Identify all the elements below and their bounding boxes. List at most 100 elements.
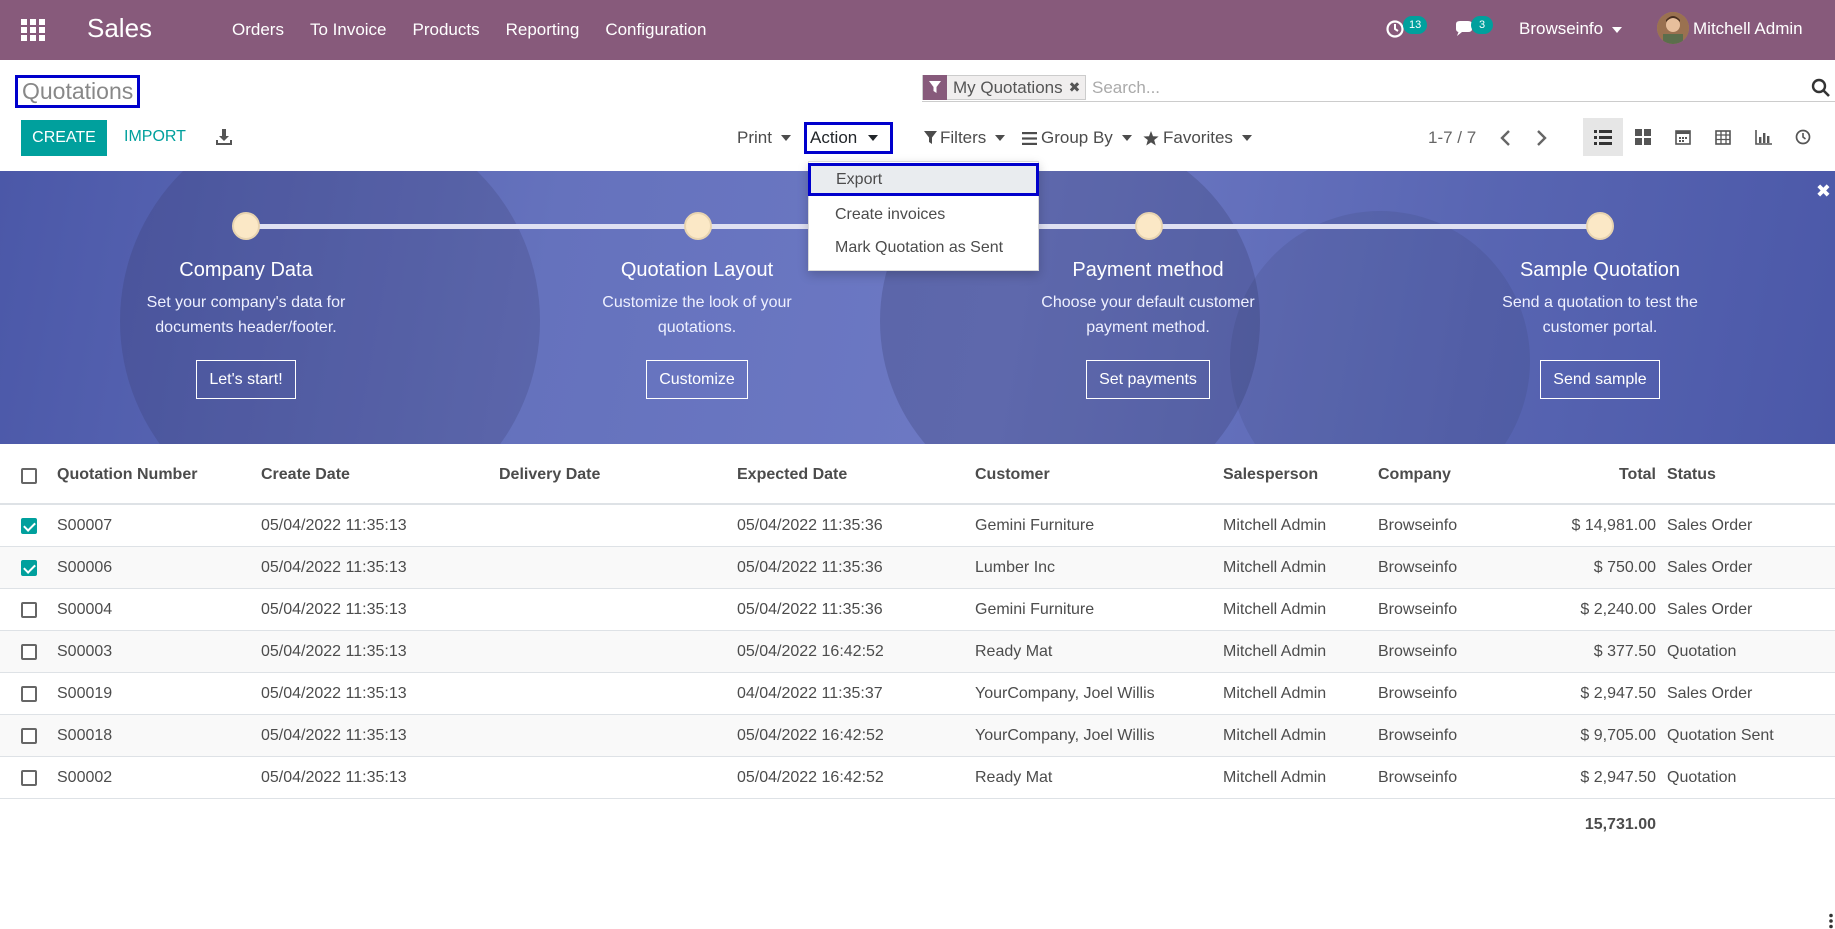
pivot-view-button[interactable] [1703, 118, 1743, 156]
row-checkbox[interactable] [21, 728, 37, 744]
row-checkbox[interactable] [21, 602, 37, 618]
top-menu: Orders To Invoice Products Reporting Con… [232, 0, 732, 60]
facet-label: My Quotations [953, 77, 1063, 97]
cell-customer: Ready Mat [975, 643, 1053, 660]
close-icon[interactable]: ✖ [1816, 181, 1831, 202]
bars-icon [1022, 131, 1037, 145]
filter-icon [923, 75, 947, 100]
cell-customer: Gemini Furniture [975, 517, 1095, 534]
menu-to-invoice[interactable]: To Invoice [310, 20, 387, 40]
app-name[interactable]: Sales [87, 13, 152, 44]
import-button[interactable]: IMPORT [124, 128, 186, 146]
groupby-label: Group By [1041, 128, 1113, 147]
groupby-dropdown[interactable]: Group By [1022, 128, 1132, 148]
column-create-date[interactable]: Create Date [261, 466, 350, 484]
onboarding-step-payment-method: Payment method Choose your default custo… [983, 259, 1313, 399]
print-label: Print [737, 128, 772, 147]
row-checkbox[interactable] [21, 560, 37, 576]
step-title: Sample Quotation [1519, 259, 1681, 281]
row-checkbox[interactable] [21, 518, 37, 534]
table-row[interactable]: S00002 05/04/2022 11:35:13 05/04/2022 16… [0, 757, 1835, 799]
cell-total: $ 2,240.00 [1580, 601, 1656, 618]
pager-next-icon[interactable] [1533, 129, 1549, 147]
column-company[interactable]: Company [1378, 466, 1451, 484]
cell-number: S00019 [57, 685, 113, 702]
column-total[interactable]: Total [1510, 466, 1656, 484]
messages-count-badge: 3 [1471, 16, 1493, 34]
cell-total: $ 2,947.50 [1580, 769, 1656, 786]
column-salesperson[interactable]: Salesperson [1223, 466, 1318, 484]
cell-create-date: 05/04/2022 11:35:13 [261, 559, 407, 576]
chevron-down-icon [1121, 135, 1132, 141]
onboarding-step-company-data: Company Data Set your company's data for… [81, 259, 411, 399]
cell-customer: YourCompany, Joel Willis [975, 727, 1155, 744]
list-view-button[interactable] [1583, 118, 1623, 156]
user-menu[interactable]: Mitchell Admin [1693, 19, 1803, 39]
cell-create-date: 05/04/2022 11:35:13 [261, 517, 407, 534]
table-row[interactable]: S00018 05/04/2022 11:35:13 05/04/2022 16… [0, 715, 1835, 757]
create-button[interactable]: CREATE [21, 120, 107, 156]
column-quotation-number[interactable]: Quotation Number [57, 466, 197, 484]
column-status[interactable]: Status [1667, 466, 1716, 484]
filters-dropdown[interactable]: Filters [924, 128, 1006, 148]
facet-remove-icon[interactable]: ✖ [1069, 79, 1086, 96]
step-description: Set your company's data for documents hea… [81, 290, 411, 340]
kanban-view-button[interactable] [1623, 118, 1663, 156]
calendar-icon [1675, 130, 1691, 145]
action-label: Action [810, 128, 858, 147]
search-facet: My Quotations ✖ [922, 75, 1087, 100]
cell-salesperson: Mitchell Admin [1223, 517, 1327, 534]
pager-value[interactable]: 1-7 / 7 [1428, 128, 1476, 148]
menu-item-mark-as-sent[interactable]: Mark Quotation as Sent [809, 231, 1038, 264]
column-customer[interactable]: Customer [975, 466, 1050, 484]
table-icon [1715, 129, 1731, 145]
table-row[interactable]: S00006 05/04/2022 11:35:13 05/04/2022 11… [0, 547, 1835, 589]
company-switcher[interactable]: Browseinfo [1519, 19, 1623, 39]
cell-company: Browseinfo [1378, 517, 1458, 534]
cell-create-date: 05/04/2022 11:35:13 [261, 601, 407, 618]
cell-expected-date: 05/04/2022 11:35:36 [737, 601, 883, 618]
menu-configuration[interactable]: Configuration [605, 20, 706, 40]
menu-item-create-invoices[interactable]: Create invoices [809, 198, 1038, 231]
select-all-checkbox[interactable] [21, 468, 37, 484]
row-checkbox[interactable] [21, 686, 37, 702]
search-icon[interactable] [1811, 78, 1831, 98]
graph-view-button[interactable] [1743, 118, 1783, 156]
row-checkbox[interactable] [21, 644, 37, 660]
apps-menu-icon[interactable] [20, 18, 46, 42]
page-title: Quotations [15, 75, 141, 108]
menu-orders[interactable]: Orders [232, 20, 284, 40]
table-row[interactable]: S00019 05/04/2022 11:35:13 04/04/2022 11… [0, 673, 1835, 715]
row-checkbox[interactable] [21, 770, 37, 786]
menu-item-export[interactable]: Export [808, 163, 1039, 196]
column-options-icon[interactable] [1827, 913, 1835, 929]
table-row[interactable]: S00004 05/04/2022 11:35:13 05/04/2022 11… [0, 589, 1835, 631]
action-dropdown[interactable]: Action [804, 122, 893, 154]
lets-start-button[interactable]: Let's start! [196, 360, 296, 399]
onboarding-step-quotation-layout: Quotation Layout Customize the look of y… [532, 259, 862, 399]
activity-view-button[interactable] [1783, 118, 1823, 156]
send-sample-button[interactable]: Send sample [1540, 360, 1660, 399]
cell-status: Sales Order [1667, 685, 1753, 702]
cell-number: S00002 [57, 769, 113, 786]
cell-customer: Ready Mat [975, 769, 1053, 786]
menu-products[interactable]: Products [413, 20, 480, 40]
set-payments-button[interactable]: Set payments [1086, 360, 1210, 399]
cell-total: $ 14,981.00 [1571, 517, 1656, 534]
column-expected-date[interactable]: Expected Date [737, 466, 847, 484]
calendar-view-button[interactable] [1663, 118, 1703, 156]
search-input[interactable] [1092, 76, 1692, 100]
column-delivery-date[interactable]: Delivery Date [499, 466, 600, 484]
step-dot [1135, 212, 1163, 240]
pager-previous-icon[interactable] [1498, 129, 1514, 147]
download-icon[interactable] [215, 128, 233, 146]
menu-reporting[interactable]: Reporting [506, 20, 580, 40]
user-avatar[interactable] [1657, 12, 1689, 44]
print-dropdown[interactable]: Print [737, 128, 791, 148]
customize-button[interactable]: Customize [646, 360, 748, 399]
step-description-line: Choose your default customer [1041, 294, 1255, 311]
favorites-dropdown[interactable]: Favorites [1143, 128, 1252, 148]
table-row[interactable]: S00003 05/04/2022 11:35:13 05/04/2022 16… [0, 631, 1835, 673]
table-row[interactable]: S00007 05/04/2022 11:35:13 05/04/2022 11… [0, 505, 1835, 547]
cell-number: S00007 [57, 517, 113, 534]
